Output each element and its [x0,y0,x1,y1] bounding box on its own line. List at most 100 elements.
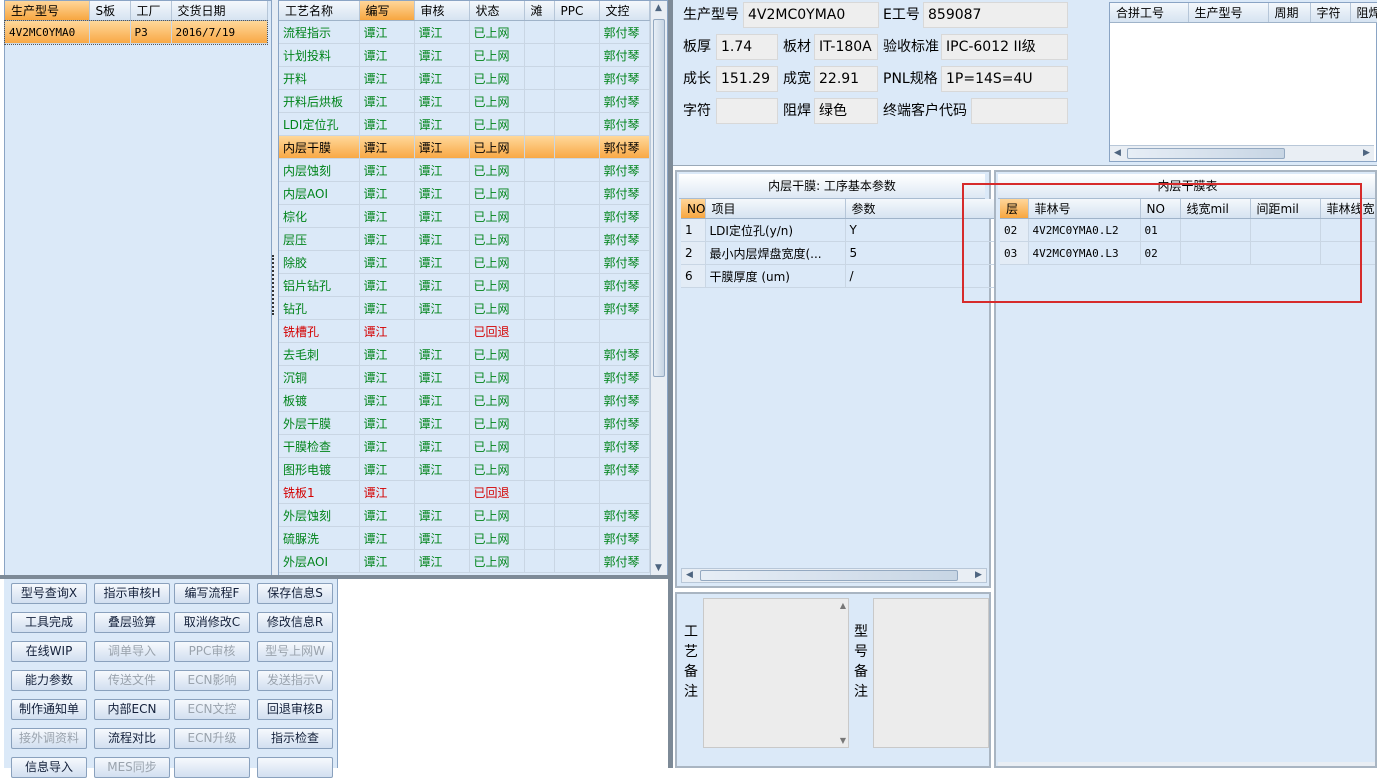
table-row[interactable]: 外层干膜 谭江 谭江 已上网 郭付琴 [279,411,650,435]
param-hscroll-thumb[interactable] [700,570,958,581]
model-field[interactable]: 4V2MC0YMA0 [743,2,879,28]
pnl-field[interactable]: 1P=14S=4U [941,66,1068,92]
model-note-input[interactable] [873,598,989,748]
action-button-4-3[interactable]: 回退审核B [257,699,333,720]
table-row[interactable]: 图形电镀 谭江 谭江 已上网 郭付琴 [279,457,650,481]
cell-reviewer [414,319,470,343]
table-row[interactable]: 内层干膜 谭江 谭江 已上网 郭付琴 [279,135,650,159]
thickness-field[interactable]: 1.74 [716,34,778,60]
col-delivery-date[interactable]: 交货日期 [171,1,268,21]
col-model[interactable]: 生产型号 [5,1,90,21]
action-button-3-2[interactable]: ECN影响 [174,670,250,691]
width-field[interactable]: 22.91 [814,66,878,92]
table-row[interactable]: 钻孔 谭江 谭江 已上网 郭付琴 [279,296,650,320]
col-solder-mask[interactable]: 阻焊 [1350,3,1377,23]
table-row[interactable]: 硫脲洗 谭江 谭江 已上网 郭付琴 [279,526,650,550]
action-button-1-2[interactable]: 取消修改C [174,612,250,633]
standard-field[interactable]: IPC-6012 II级 [941,34,1068,60]
col-ppc[interactable]: PPC [554,1,600,21]
col-factory[interactable]: 工厂 [130,1,172,21]
col-character[interactable]: 字符 [1310,3,1351,23]
action-button-3-3[interactable]: 发送指示V [257,670,333,691]
table-row[interactable]: 层压 谭江 谭江 已上网 郭付琴 [279,227,650,251]
col-s-board[interactable]: S板 [89,1,131,21]
action-button-4-0[interactable]: 制作通知单 [11,699,87,720]
memo-scroll-up-icon[interactable]: ▲ [840,601,846,610]
scroll-up-icon[interactable]: ▲ [651,1,666,16]
table-row[interactable]: 沉铜 谭江 谭江 已上网 郭付琴 [279,365,650,389]
table-row[interactable]: 内层蚀刻 谭江 谭江 已上网 郭付琴 [279,158,650,182]
action-button-0-1[interactable]: 指示审核H [94,583,170,604]
action-button-2-2[interactable]: PPC审核 [174,641,250,662]
col-doc-control[interactable]: 文控 [599,1,650,21]
scroll-thumb[interactable] [653,19,665,377]
table-row[interactable]: 去毛刺 谭江 谭江 已上网 郭付琴 [279,342,650,366]
e-number-label: E工号 [883,7,920,23]
table-row[interactable]: 铣槽孔 谭江 已回退 [279,319,650,343]
scroll-down-icon[interactable]: ▼ [651,561,666,576]
cell-tan [524,66,555,90]
film-hscrollbar[interactable] [998,762,1375,766]
action-button-1-1[interactable]: 叠层验算 [94,612,170,633]
table-row[interactable]: LDI定位孔 谭江 谭江 已上网 郭付琴 [279,112,650,136]
customer-code-field[interactable] [971,98,1068,124]
material-field[interactable]: IT-180A [814,34,878,60]
col-merge-number[interactable]: 合拼工号 [1110,3,1189,23]
table-row[interactable]: 铣板1 谭江 已回退 [279,480,650,504]
action-button-0-2[interactable]: 编写流程F [174,583,250,604]
label-char: 型 [854,624,868,640]
col-status[interactable]: 状态 [469,1,525,21]
length-field[interactable]: 151.29 [716,66,778,92]
action-button-5-0[interactable]: 接外调资料 [11,728,87,749]
scroll-left-icon[interactable]: ◀ [682,568,697,583]
action-button-4-2[interactable]: ECN文控 [174,699,250,720]
action-button-5-2[interactable]: ECN升级 [174,728,250,749]
table-row[interactable]: 外层AOI 谭江 谭江 已上网 郭付琴 [279,549,650,573]
table-row[interactable]: 计划投料 谭江 谭江 已上网 郭付琴 [279,43,650,67]
merge-hscrollbar[interactable]: ◀ ▶ [1110,145,1374,161]
cell-status: 已上网 [469,365,525,389]
process-note-input[interactable]: ▲ ▼ [703,598,849,748]
table-row[interactable]: 板镀 谭江 谭江 已上网 郭付琴 [279,388,650,412]
col-process-name[interactable]: 工艺名称 [279,1,360,21]
action-button-1-0[interactable]: 工具完成 [11,612,87,633]
action-button-5-3[interactable]: 指示检查 [257,728,333,749]
table-row[interactable]: 流程指示 谭江 谭江 已上网 郭付琴 [279,20,650,44]
col-tan[interactable]: 滩 [524,1,555,21]
col-cycle[interactable]: 周期 [1268,3,1311,23]
col-item[interactable]: 项目 [705,199,846,219]
action-button-0-3[interactable]: 保存信息S [257,583,333,604]
col-no[interactable]: NO [681,199,706,219]
action-button-0-0[interactable]: 型号查询X [11,583,87,604]
action-button-5-1[interactable]: 流程对比 [94,728,170,749]
col-merge-model[interactable]: 生产型号 [1188,3,1269,23]
scroll-left-icon[interactable]: ◀ [1110,146,1125,161]
merge-hscroll-thumb[interactable] [1127,148,1285,159]
action-button-2-0[interactable]: 在线WIP [11,641,87,662]
character-field[interactable] [716,98,778,124]
action-button-3-0[interactable]: 能力参数 [11,670,87,691]
solder-mask-field[interactable]: 绿色 [814,98,878,124]
e-number-field[interactable]: 859087 [923,2,1068,28]
table-row[interactable]: 铝片钻孔 谭江 谭江 已上网 郭付琴 [279,273,650,297]
param-hscrollbar[interactable]: ◀ ▶ [681,568,987,583]
table-row[interactable]: 开料 谭江 谭江 已上网 郭付琴 [279,66,650,90]
memo-scroll-down-icon[interactable]: ▼ [840,736,846,745]
table-row[interactable]: 除胶 谭江 谭江 已上网 郭付琴 [279,250,650,274]
action-button-2-1[interactable]: 调单导入 [94,641,170,662]
table-row[interactable]: 开料后烘板 谭江 谭江 已上网 郭付琴 [279,89,650,113]
table-row[interactable]: 内层AOI 谭江 谭江 已上网 郭付琴 [279,181,650,205]
action-button-1-3[interactable]: 修改信息R [257,612,333,633]
col-reviewer[interactable]: 审核 [414,1,470,21]
col-writer[interactable]: 编写 [359,1,415,21]
action-button-3-1[interactable]: 传送文件 [94,670,170,691]
scroll-right-icon[interactable]: ▶ [971,568,986,583]
table-row[interactable]: 干膜检查 谭江 谭江 已上网 郭付琴 [279,434,650,458]
table-row[interactable]: 外层蚀刻 谭江 谭江 已上网 郭付琴 [279,503,650,527]
table-row[interactable]: 棕化 谭江 谭江 已上网 郭付琴 [279,204,650,228]
scroll-right-icon[interactable]: ▶ [1359,146,1374,161]
table-row[interactable]: 4V2MC0YMA0 P3 2016/7/19 [4,19,268,45]
action-button-4-1[interactable]: 内部ECN [94,699,170,720]
process-scrollbar[interactable]: ▲ ▼ [650,1,667,576]
action-button-2-3[interactable]: 型号上网W [257,641,333,662]
